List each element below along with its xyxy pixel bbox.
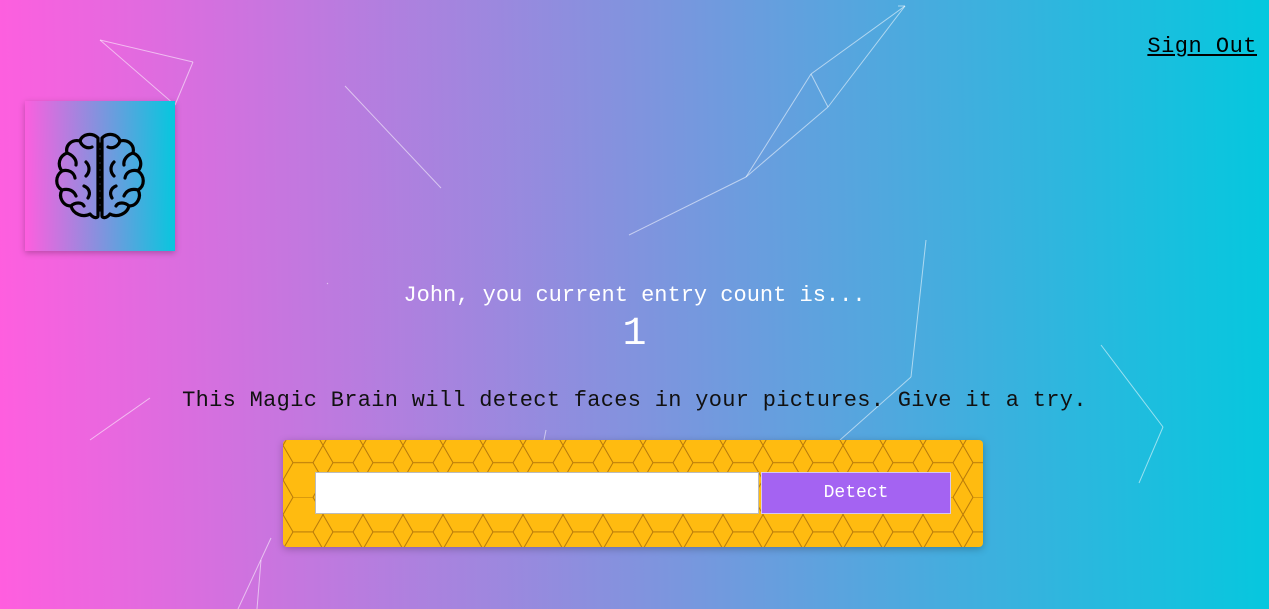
detect-button[interactable]: Detect bbox=[761, 472, 951, 514]
brain-icon bbox=[55, 132, 145, 220]
image-url-input[interactable] bbox=[315, 472, 759, 514]
entry-count-value: 1 bbox=[622, 312, 647, 357]
sign-out-link[interactable]: Sign Out bbox=[1147, 34, 1257, 59]
logo bbox=[25, 101, 175, 251]
entry-count-message: John, you current entry count is... bbox=[403, 283, 866, 308]
image-link-form: Detect bbox=[283, 440, 983, 547]
instructions-text: This Magic Brain will detect faces in yo… bbox=[182, 388, 1087, 413]
